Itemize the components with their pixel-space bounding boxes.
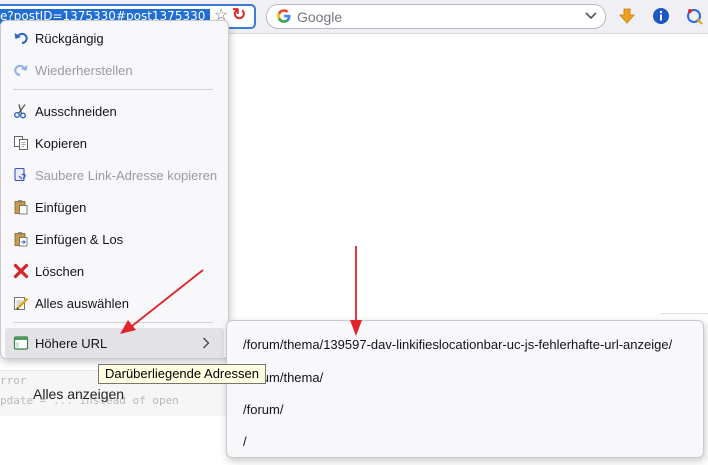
paste-icon bbox=[14, 200, 28, 215]
extension-icon[interactable] bbox=[686, 7, 704, 25]
search-placeholder: Google bbox=[297, 9, 343, 25]
submenu-item-url[interactable]: /forum/ bbox=[243, 402, 283, 417]
menu-item-label: Rückgängig bbox=[35, 31, 104, 46]
redo-icon bbox=[14, 64, 28, 76]
google-logo-icon bbox=[277, 9, 291, 23]
scissors-icon bbox=[14, 104, 26, 119]
menu-separator bbox=[13, 322, 213, 323]
paste-go-icon bbox=[14, 232, 28, 247]
menu-item-label: Höhere URL bbox=[35, 336, 108, 351]
menu-item-copy[interactable]: Kopieren bbox=[1, 128, 228, 158]
info-icon[interactable] bbox=[652, 7, 670, 25]
menu-item-label: Löschen bbox=[35, 264, 85, 279]
menu-item-label: Alles auswählen bbox=[35, 296, 129, 311]
download-arrow-icon[interactable] bbox=[618, 7, 636, 25]
chevron-down-icon[interactable] bbox=[585, 12, 597, 20]
submenu-item-url[interactable]: /forum/thema/139597-dav-linkifieslocatio… bbox=[243, 337, 672, 352]
menu-item-delete[interactable]: Löschen bbox=[1, 256, 228, 286]
chevron-right-icon bbox=[203, 337, 210, 349]
menu-item-label: Saubere Link-Adresse kopieren bbox=[35, 168, 218, 183]
menu-item-label: Einfügen & Los bbox=[35, 232, 124, 247]
undo-icon bbox=[14, 32, 28, 44]
menu-item-label: Einfügen bbox=[35, 200, 87, 215]
menu-item-copy-clean-link[interactable]: Saubere Link-Adresse kopieren bbox=[1, 160, 228, 190]
menu-item-cut[interactable]: Ausschneiden bbox=[1, 96, 228, 126]
delete-icon bbox=[13, 263, 29, 279]
menu-item-label: Ausschneiden bbox=[35, 104, 117, 119]
menu-item-select-all[interactable]: Alles auswählen bbox=[1, 288, 228, 318]
menu-item-paste-and-go[interactable]: Einfügen & Los bbox=[1, 224, 228, 254]
menu-item-paste[interactable]: Einfügen bbox=[1, 192, 228, 222]
context-menu: Rückgängig Wiederherstellen Ausschneiden… bbox=[0, 20, 229, 359]
divider bbox=[660, 313, 708, 314]
menu-item-redo[interactable]: Wiederherstellen bbox=[1, 55, 228, 85]
higher-url-submenu: /forum/thema/139597-dav-linkifieslocatio… bbox=[226, 320, 704, 458]
menu-item-label: Kopieren bbox=[35, 136, 88, 151]
search-bar[interactable]: Google bbox=[266, 4, 606, 29]
menu-separator bbox=[13, 89, 213, 90]
menu-item-label: Wiederherstellen bbox=[35, 63, 133, 78]
submenu-item-url[interactable]: / bbox=[243, 434, 247, 449]
window-icon bbox=[13, 336, 29, 350]
reload-icon[interactable]: ↻ bbox=[232, 6, 246, 24]
tooltip: Darüberliegende Adressen bbox=[98, 364, 266, 384]
code-line: rror bbox=[0, 374, 27, 387]
show-all-link[interactable]: Alles anzeigen bbox=[33, 386, 124, 402]
copy-icon bbox=[14, 136, 28, 150]
menu-item-undo[interactable]: Rückgängig bbox=[1, 23, 228, 53]
clean-link-icon bbox=[14, 167, 26, 182]
select-all-icon bbox=[14, 297, 29, 310]
menu-item-higher-url[interactable]: Höhere URL bbox=[5, 328, 224, 358]
